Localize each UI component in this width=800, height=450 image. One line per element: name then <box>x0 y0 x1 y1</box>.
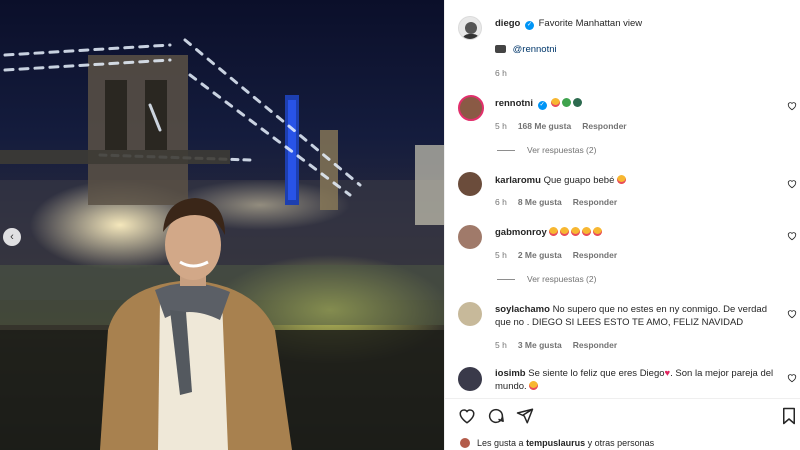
post-caption: diego ✓ Favorite Manhattan view <box>495 17 785 30</box>
verified-badge-icon: ✓ <box>524 21 534 30</box>
comment-meta: 5 h3 Me gusta Responder <box>495 340 618 350</box>
comment-icon[interactable] <box>487 407 505 425</box>
emoji-icon <box>551 98 561 107</box>
comment-user[interactable]: soylachamo <box>495 304 550 315</box>
comment-meta: 5 h2 Me gusta Responder <box>495 250 618 260</box>
comment-text: rennotni ✓ <box>495 97 584 110</box>
comment-text: iosimb Se siente lo feliz que eres Diego… <box>495 368 774 392</box>
emoji-icon <box>593 227 603 236</box>
comment-text: gabmonroy <box>495 226 604 239</box>
avatar[interactable] <box>458 16 482 40</box>
heart-icon[interactable] <box>787 101 797 111</box>
reply-button[interactable]: Responder <box>573 340 617 350</box>
share-icon[interactable] <box>516 407 534 425</box>
post-photo: ‹ <box>0 0 444 450</box>
reply-button[interactable]: Responder <box>582 121 626 131</box>
comment-meta: 6 h8 Me gusta Responder <box>495 197 618 207</box>
caption-text: Favorite Manhattan view <box>538 18 643 29</box>
post-time: 6 h <box>495 68 507 78</box>
reply-button[interactable]: Responder <box>573 250 617 260</box>
likes-summary: Les gusta a tempuslaurus y otras persona… <box>459 437 654 449</box>
reply-button[interactable]: Responder <box>573 197 617 207</box>
verified-badge-icon: ✓ <box>537 101 547 110</box>
avatar[interactable] <box>458 367 482 391</box>
heart-icon[interactable] <box>787 373 797 383</box>
camera-icon <box>495 45 506 53</box>
view-replies-button[interactable]: Ver respuestas (2) <box>497 145 596 155</box>
avatar[interactable] <box>459 437 471 449</box>
photo-credit: @rennotni <box>495 43 557 56</box>
avatar[interactable] <box>458 172 482 196</box>
avatar[interactable] <box>458 225 482 249</box>
post-actions <box>445 398 800 428</box>
chevron-left-icon[interactable]: ‹ <box>3 228 21 246</box>
emoji-icon <box>529 381 539 390</box>
emoji-icon <box>617 175 627 184</box>
emoji-icon <box>582 227 592 236</box>
avatar[interactable] <box>458 302 482 326</box>
avatar[interactable] <box>458 95 484 121</box>
heart-icon[interactable] <box>787 309 797 319</box>
emoji-icon <box>549 227 559 236</box>
liker-link[interactable]: tempuslaurus <box>526 438 585 448</box>
post-author[interactable]: diego <box>495 18 520 29</box>
emoji-icon <box>560 227 570 236</box>
comment-meta: 5 h 168 Me gusta Responder <box>495 121 627 131</box>
view-replies-button[interactable]: Ver respuestas (2) <box>497 274 596 284</box>
comments-panel: diego ✓ Favorite Manhattan view @rennotn… <box>444 0 800 450</box>
comment-user[interactable]: rennotni <box>495 98 533 109</box>
brooklyn-bridge-night-photo <box>0 38 444 450</box>
credit-mention[interactable]: @rennotni <box>513 44 557 55</box>
heart-icon[interactable] <box>787 179 797 189</box>
comment-user[interactable]: karlaromu <box>495 175 541 186</box>
bookmark-icon[interactable] <box>781 407 797 425</box>
emoji-icon <box>571 227 581 236</box>
heart-icon[interactable] <box>458 407 476 425</box>
emoji-icon <box>573 98 583 107</box>
comment-text: karlaromu Que guapo bebé <box>495 174 628 187</box>
heart-icon[interactable] <box>787 231 797 241</box>
comment-user[interactable]: gabmonroy <box>495 227 547 238</box>
comment-user[interactable]: iosimb <box>495 368 526 379</box>
comment-text: soylachamo No supero que no estes en ny … <box>495 304 767 328</box>
emoji-icon <box>562 98 572 107</box>
